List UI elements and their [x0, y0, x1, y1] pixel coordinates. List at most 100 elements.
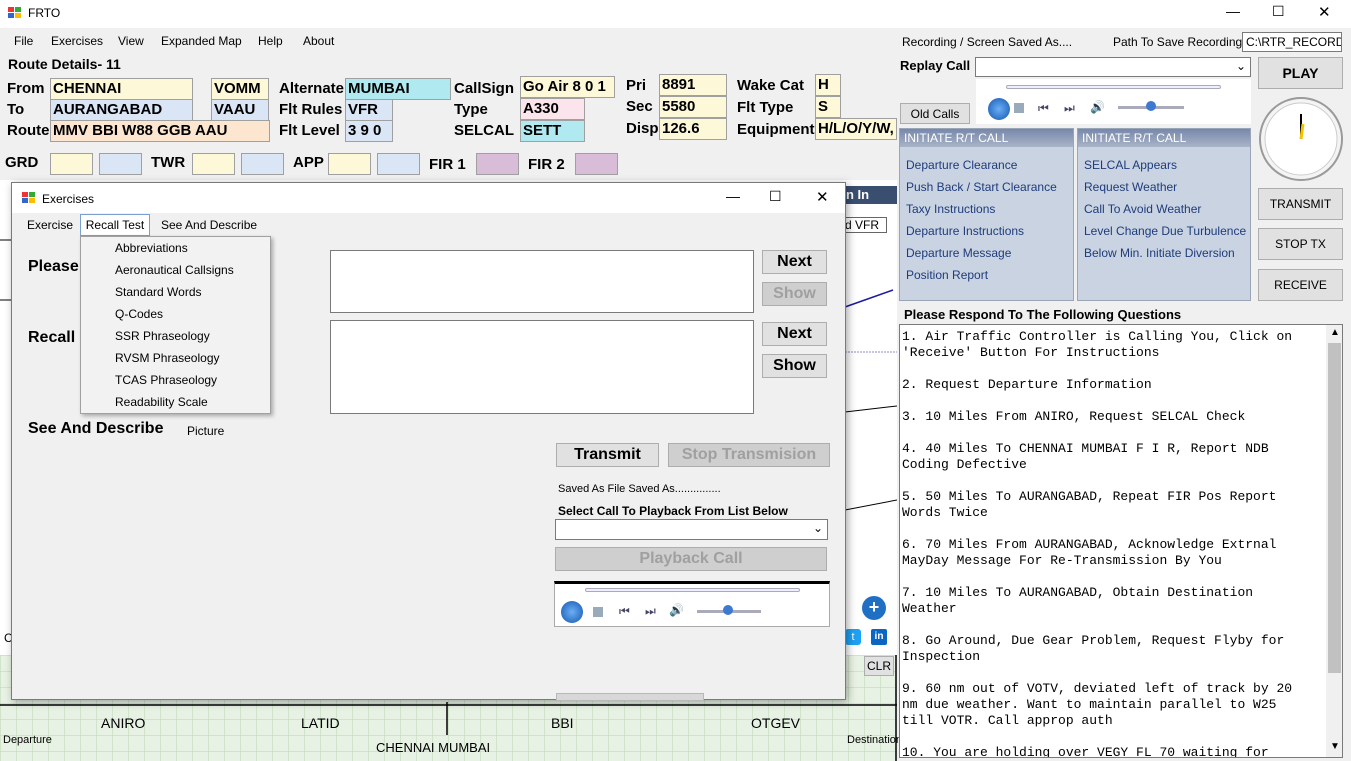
menu-item-abbreviations[interactable]: Abbreviations	[115, 241, 188, 255]
pri-field[interactable]: 8891	[659, 74, 727, 96]
volume-icon[interactable]: 🔊	[1090, 100, 1105, 114]
disp-field[interactable]: 126.6	[659, 118, 727, 140]
menu-item-readability-scale[interactable]: Readability Scale	[115, 395, 208, 409]
twr-field-1[interactable]	[192, 153, 235, 175]
scroll-down-icon[interactable]: ▼	[1330, 741, 1340, 752]
exercise-volume-icon[interactable]: 🔊	[669, 603, 684, 617]
show-button-2[interactable]: Show	[762, 354, 827, 378]
playback-call-select[interactable]: ⌄	[555, 519, 828, 540]
plus-icon[interactable]: +	[862, 596, 886, 620]
linkedin-icon[interactable]: in	[871, 629, 887, 645]
playback-call-button[interactable]: Playback Call	[555, 547, 827, 571]
twitter-icon[interactable]: t	[845, 629, 861, 645]
exercises-minimize-button[interactable]: —	[726, 188, 740, 204]
please-textbox[interactable]	[330, 250, 754, 313]
equipment-field[interactable]: H/L/O/Y/W,	[815, 118, 897, 140]
to-code-field[interactable]: VAAU	[211, 99, 269, 121]
play-icon[interactable]	[988, 98, 1010, 120]
menu-expanded-map[interactable]: Expanded Map	[161, 34, 242, 48]
replay-call-select[interactable]: ⌄	[975, 57, 1251, 77]
to-field[interactable]: AURANGABAD	[50, 99, 193, 121]
exercise-media-player[interactable]: ⏮ ⏭ 🔊	[554, 581, 830, 627]
menu-exercises[interactable]: Exercises	[51, 34, 103, 48]
rt-departure-message[interactable]: Departure Message	[906, 246, 1011, 260]
menu-item-rvsm-phraseology[interactable]: RVSM Phraseology	[115, 351, 220, 365]
rt-call-to-avoid-weather[interactable]: Call To Avoid Weather	[1084, 202, 1201, 216]
clr-button[interactable]: CLR	[864, 656, 894, 676]
scroll-thumb[interactable]	[1328, 343, 1341, 673]
rt-push-back-start-clearance[interactable]: Push Back / Start Clearance	[906, 180, 1057, 194]
exercise-previous-icon[interactable]: ⏮	[619, 604, 630, 619]
exercise-play-icon[interactable]	[561, 601, 583, 623]
menu-help[interactable]: Help	[258, 34, 283, 48]
next-button-1[interactable]: Next	[762, 250, 827, 274]
fir1-field[interactable]	[476, 153, 519, 175]
next-button-2[interactable]: Next	[762, 322, 827, 346]
recall-textbox[interactable]	[330, 320, 754, 414]
selcal-field[interactable]: SETT	[520, 120, 585, 142]
grd-field-1[interactable]	[50, 153, 93, 175]
fir2-field[interactable]	[575, 153, 618, 175]
rt-selcal-appears[interactable]: SELCAL Appears	[1084, 158, 1177, 172]
close-button[interactable]: ✕	[1318, 3, 1331, 21]
path-input[interactable]: C:\RTR_RECORDI	[1242, 32, 1342, 52]
stop-icon[interactable]	[1014, 103, 1024, 113]
route-field[interactable]: MMV BBI W88 GGB AAU	[50, 120, 270, 142]
menu-file[interactable]: File	[14, 34, 33, 48]
type-field[interactable]: A330	[520, 98, 585, 120]
scroll-up-icon[interactable]: ▲	[1330, 327, 1340, 338]
from-field[interactable]: CHENNAI	[50, 78, 193, 100]
flt-level-field[interactable]: 3 9 0	[345, 120, 393, 142]
transmit-exercise-button[interactable]: Transmit	[556, 443, 659, 467]
menu-about[interactable]: About	[303, 34, 334, 48]
show-button-1[interactable]: Show	[762, 282, 827, 306]
twr-field-2[interactable]	[241, 153, 284, 175]
rt-departure-instructions[interactable]: Departure Instructions	[906, 224, 1024, 238]
rt-departure-clearance[interactable]: Departure Clearance	[906, 158, 1017, 172]
transmit-button[interactable]: TRANSMIT	[1258, 188, 1343, 220]
menu-item-tcas-phraseology[interactable]: TCAS Phraseology	[115, 373, 217, 387]
exercise-volume-thumb[interactable]	[723, 605, 733, 615]
menu-item-ssr-phraseology[interactable]: SSR Phraseology	[115, 329, 210, 343]
rt-taxy-instructions[interactable]: Taxy Instructions	[906, 202, 995, 216]
replay-media-player[interactable]: ⏮ ⏭ 🔊	[976, 79, 1251, 124]
menu-item-standard-words[interactable]: Standard Words	[115, 285, 202, 299]
callsign-field[interactable]: Go Air 8 0 1	[520, 76, 615, 98]
seek-bar[interactable]	[1006, 85, 1221, 89]
previous-icon[interactable]: ⏮	[1038, 101, 1049, 116]
next-icon[interactable]: ⏭	[1064, 101, 1075, 116]
exercises-maximize-button[interactable]: ☐	[769, 188, 782, 205]
app-field-2[interactable]	[377, 153, 420, 175]
stop-tx-button[interactable]: STOP TX	[1258, 228, 1343, 260]
rt-position-report[interactable]: Position Report	[906, 268, 988, 282]
menu-item-aeronautical-callsigns[interactable]: Aeronautical Callsigns	[115, 263, 234, 277]
grd-field-2[interactable]	[99, 153, 142, 175]
volume-thumb[interactable]	[1146, 101, 1156, 111]
tab-exercise[interactable]: Exercise	[27, 218, 73, 232]
play-button[interactable]: PLAY	[1258, 57, 1343, 89]
from-code-field[interactable]: VOMM	[211, 78, 269, 100]
rt-level-change-turbulence[interactable]: Level Change Due Turbulence	[1084, 224, 1246, 238]
flt-type-field[interactable]: S	[815, 96, 841, 118]
menu-item-q-codes[interactable]: Q-Codes	[115, 307, 163, 321]
app-field-1[interactable]	[328, 153, 371, 175]
maximize-button[interactable]: ☐	[1272, 3, 1285, 20]
questions-textbox[interactable]: 1. Air Traffic Controller is Calling You…	[899, 324, 1343, 758]
exercise-seek-bar[interactable]	[585, 588, 800, 592]
exercises-close-button[interactable]: ✕	[816, 188, 829, 206]
rt-request-weather[interactable]: Request Weather	[1084, 180, 1177, 194]
sec-field[interactable]: 5580	[659, 96, 727, 118]
wake-cat-field[interactable]: H	[815, 74, 841, 96]
old-calls-button[interactable]: Old Calls	[900, 103, 970, 124]
alternate-field[interactable]: MUMBAI	[345, 78, 451, 100]
exercise-next-icon[interactable]: ⏭	[645, 604, 656, 619]
exercise-stop-icon[interactable]	[593, 607, 603, 617]
menu-view[interactable]: View	[118, 34, 144, 48]
rt-below-min-diversion[interactable]: Below Min. Initiate Diversion	[1084, 246, 1235, 260]
stop-transmission-button[interactable]: Stop Transmision	[668, 443, 830, 467]
receive-button[interactable]: RECEIVE	[1258, 269, 1343, 301]
tab-recall-test[interactable]: Recall Test	[80, 214, 150, 236]
questions-scrollbar[interactable]: ▲ ▼	[1326, 325, 1342, 757]
minimize-button[interactable]: —	[1226, 3, 1240, 19]
flt-rules-field[interactable]: VFR	[345, 99, 393, 121]
